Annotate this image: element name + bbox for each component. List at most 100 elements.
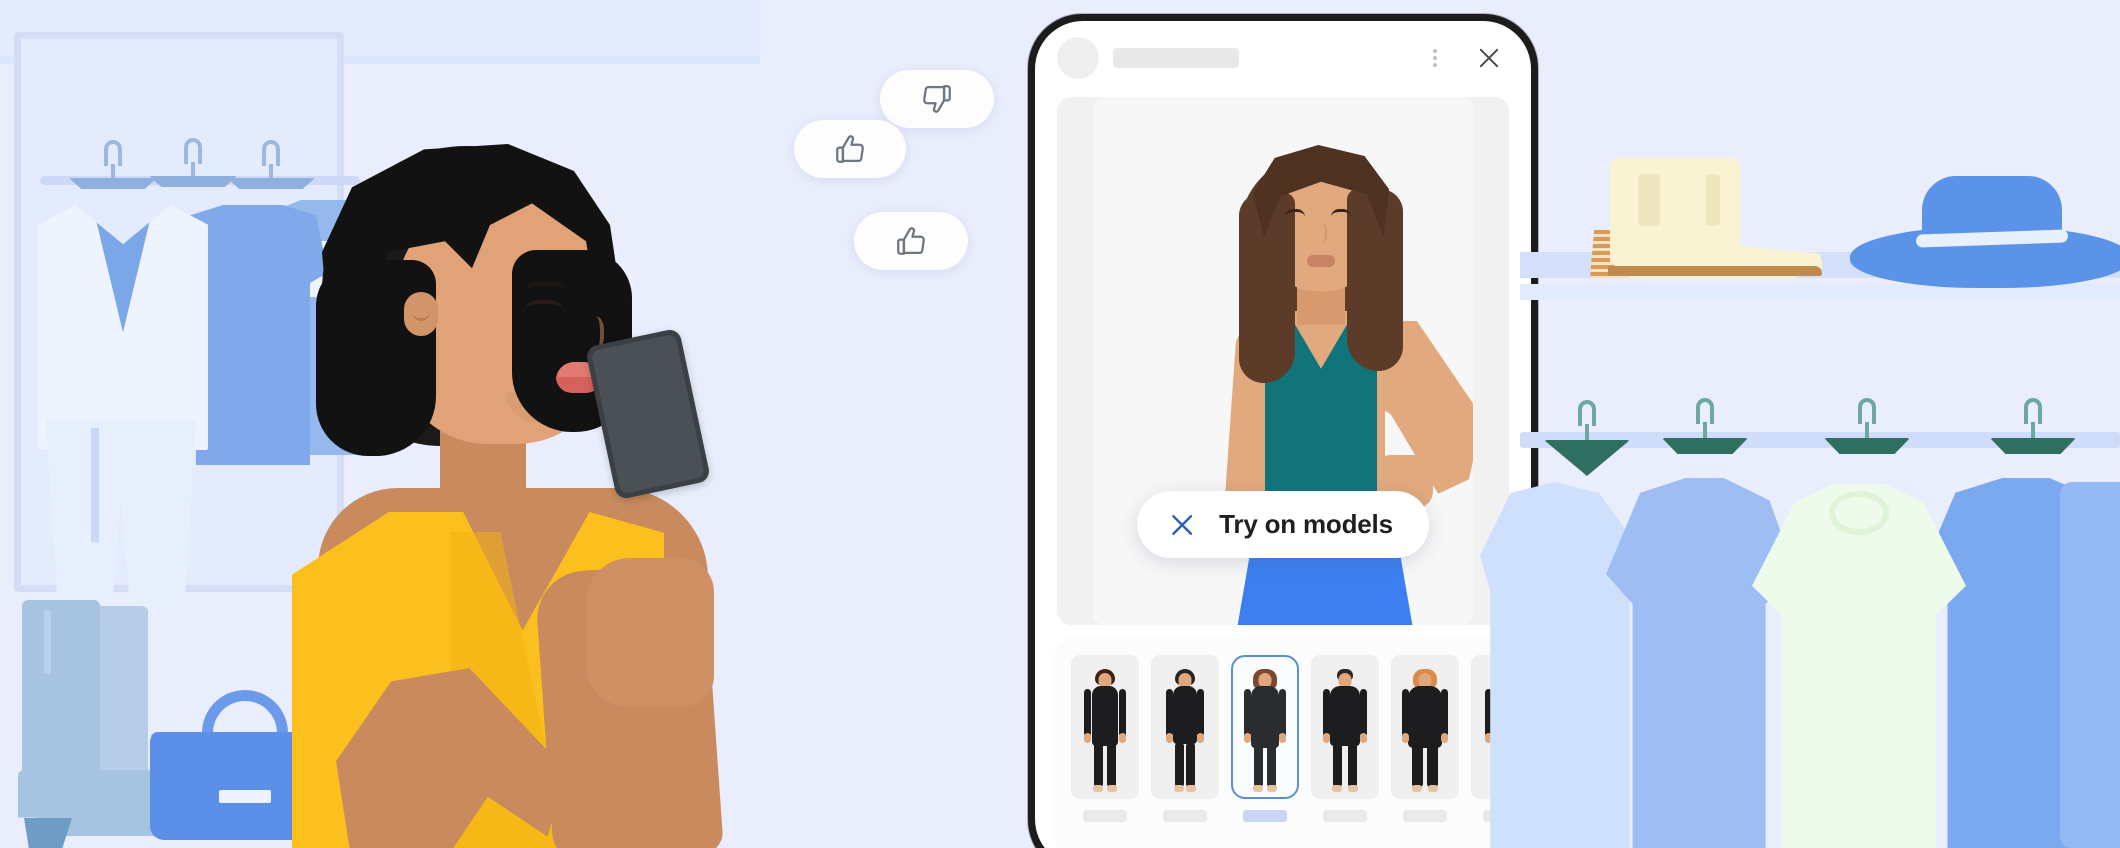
- preview-eye-right: [1331, 209, 1351, 217]
- figure-arm-right: [1197, 689, 1204, 737]
- figure-hand-right: [1279, 733, 1286, 743]
- hanger-hook-icon: [1578, 400, 1596, 426]
- app-header: [1035, 21, 1531, 95]
- rack-garment-blue: [1606, 478, 1796, 848]
- figure-foot-right: [1267, 785, 1277, 792]
- figure-foot-right: [1107, 785, 1117, 792]
- illustration-stage: Try on models: [0, 0, 2120, 848]
- model-label-placeholder: [1403, 810, 1447, 822]
- model-thumbnail[interactable]: [1311, 655, 1379, 799]
- blue-wide-brim-hat: [1850, 176, 2120, 288]
- hanger-1: [68, 140, 158, 190]
- figure-leg-left: [1094, 743, 1103, 787]
- figure-hand-left: [1084, 733, 1091, 743]
- figure-arm-left: [1166, 689, 1173, 737]
- thumb-up-icon: [897, 227, 925, 255]
- hanger-stem: [191, 162, 195, 178]
- figure-leg-left: [1412, 743, 1423, 787]
- model-picker-item-2[interactable]: [1151, 655, 1219, 822]
- cream-ankle-boot: [1584, 158, 1824, 278]
- close-icon: [1479, 48, 1499, 68]
- hanger-stem: [1585, 424, 1589, 442]
- avatar: [1057, 37, 1099, 79]
- hanger-hook-icon: [2024, 398, 2042, 424]
- hanger-bar: [1824, 438, 1910, 454]
- hanger-bar: [149, 176, 237, 187]
- model-thumbnail[interactable]: [1071, 655, 1139, 799]
- preview-eye-left: [1285, 209, 1305, 217]
- boot-shaft-front: [22, 600, 100, 778]
- figure-hand-right: [1197, 733, 1204, 743]
- hanger-stem: [1865, 422, 1869, 440]
- figure-arm-left: [1323, 689, 1330, 737]
- brand-title-placeholder: [1113, 48, 1239, 68]
- hanger-hook-icon: [1696, 398, 1714, 424]
- figure-foot-left: [1093, 785, 1103, 792]
- figure-body: [1092, 686, 1118, 746]
- preview-hair-right: [1347, 189, 1403, 371]
- overflow-menu-button[interactable]: [1415, 38, 1455, 78]
- figure-arm-left: [1084, 689, 1091, 737]
- figure-arm-right: [1360, 689, 1367, 737]
- rack-hanger-1: [1542, 400, 1632, 476]
- eye-closed: [524, 300, 564, 314]
- model-picker-item-5[interactable]: [1391, 655, 1459, 822]
- hanger-2: [148, 138, 238, 188]
- hanger-bar: [1990, 438, 2076, 454]
- figure-body: [1173, 686, 1197, 744]
- figure-hand-left: [1166, 733, 1173, 743]
- figure-arm-left: [1244, 689, 1251, 737]
- figure-foot-left: [1332, 785, 1342, 792]
- figure-body: [1251, 686, 1279, 748]
- mannequin-figure: [1082, 669, 1128, 793]
- model-picker-panel[interactable]: [1057, 641, 1509, 848]
- figure-arm-right: [1119, 689, 1126, 737]
- mannequin-figure: [1162, 669, 1208, 793]
- figure-body: [1408, 686, 1442, 748]
- model-picker-item-1[interactable]: [1071, 655, 1139, 822]
- reaction-thumb-down[interactable]: [880, 70, 994, 128]
- model-thumbnail[interactable]: [1151, 655, 1219, 799]
- rack-hanger-4: [1988, 398, 2078, 458]
- figure-leg-left: [1333, 743, 1342, 787]
- model-thumbnail-selected[interactable]: [1231, 655, 1299, 799]
- hanger-stem: [269, 164, 273, 180]
- eyebrow: [526, 282, 566, 292]
- try-on-models-button[interactable]: Try on models: [1137, 491, 1429, 558]
- figure-leg-right: [1427, 743, 1438, 787]
- hand-holding-phone: [586, 558, 714, 706]
- boot-heel: [24, 818, 72, 848]
- hanger-bar: [69, 178, 157, 189]
- boot-zipper: [44, 610, 51, 674]
- figure-foot-right: [1428, 785, 1438, 792]
- handheld-phone: [584, 327, 712, 501]
- model-label-placeholder: [1083, 810, 1127, 822]
- close-button[interactable]: [1469, 38, 1509, 78]
- hanger-hook-icon: [1858, 398, 1876, 424]
- hanger-bar: [1544, 440, 1630, 476]
- figure-foot-right: [1186, 785, 1196, 792]
- figure-foot-left: [1253, 785, 1263, 792]
- model-thumbnail[interactable]: [1391, 655, 1459, 799]
- model-label-placeholder: [1323, 810, 1367, 822]
- boot-sole: [1608, 266, 1822, 276]
- reaction-thumb-up-2[interactable]: [854, 212, 968, 270]
- rack-garment-blue-3: [2060, 482, 2120, 848]
- figure-hand-left: [1323, 733, 1330, 743]
- figure-foot-left: [1174, 785, 1184, 792]
- model-picker-item-4[interactable]: [1311, 655, 1379, 822]
- more-vert-icon: [1433, 49, 1437, 67]
- hanger-hook-icon: [262, 140, 280, 166]
- model-picker-item-3[interactable]: [1231, 655, 1299, 822]
- mannequin-figure: [1242, 669, 1288, 793]
- figure-leg-right: [1348, 743, 1357, 787]
- figure-foot-right: [1348, 785, 1358, 792]
- store-display-scene: [1480, 0, 2120, 848]
- figure-hand-right: [1119, 733, 1126, 743]
- figure-leg-left: [1254, 743, 1263, 787]
- figure-hand-right: [1360, 733, 1367, 743]
- reaction-thumb-up-1[interactable]: [794, 120, 906, 178]
- figure-leg-right: [1186, 743, 1195, 787]
- figure-hand-right: [1441, 733, 1448, 743]
- figure-hand-left: [1402, 733, 1409, 743]
